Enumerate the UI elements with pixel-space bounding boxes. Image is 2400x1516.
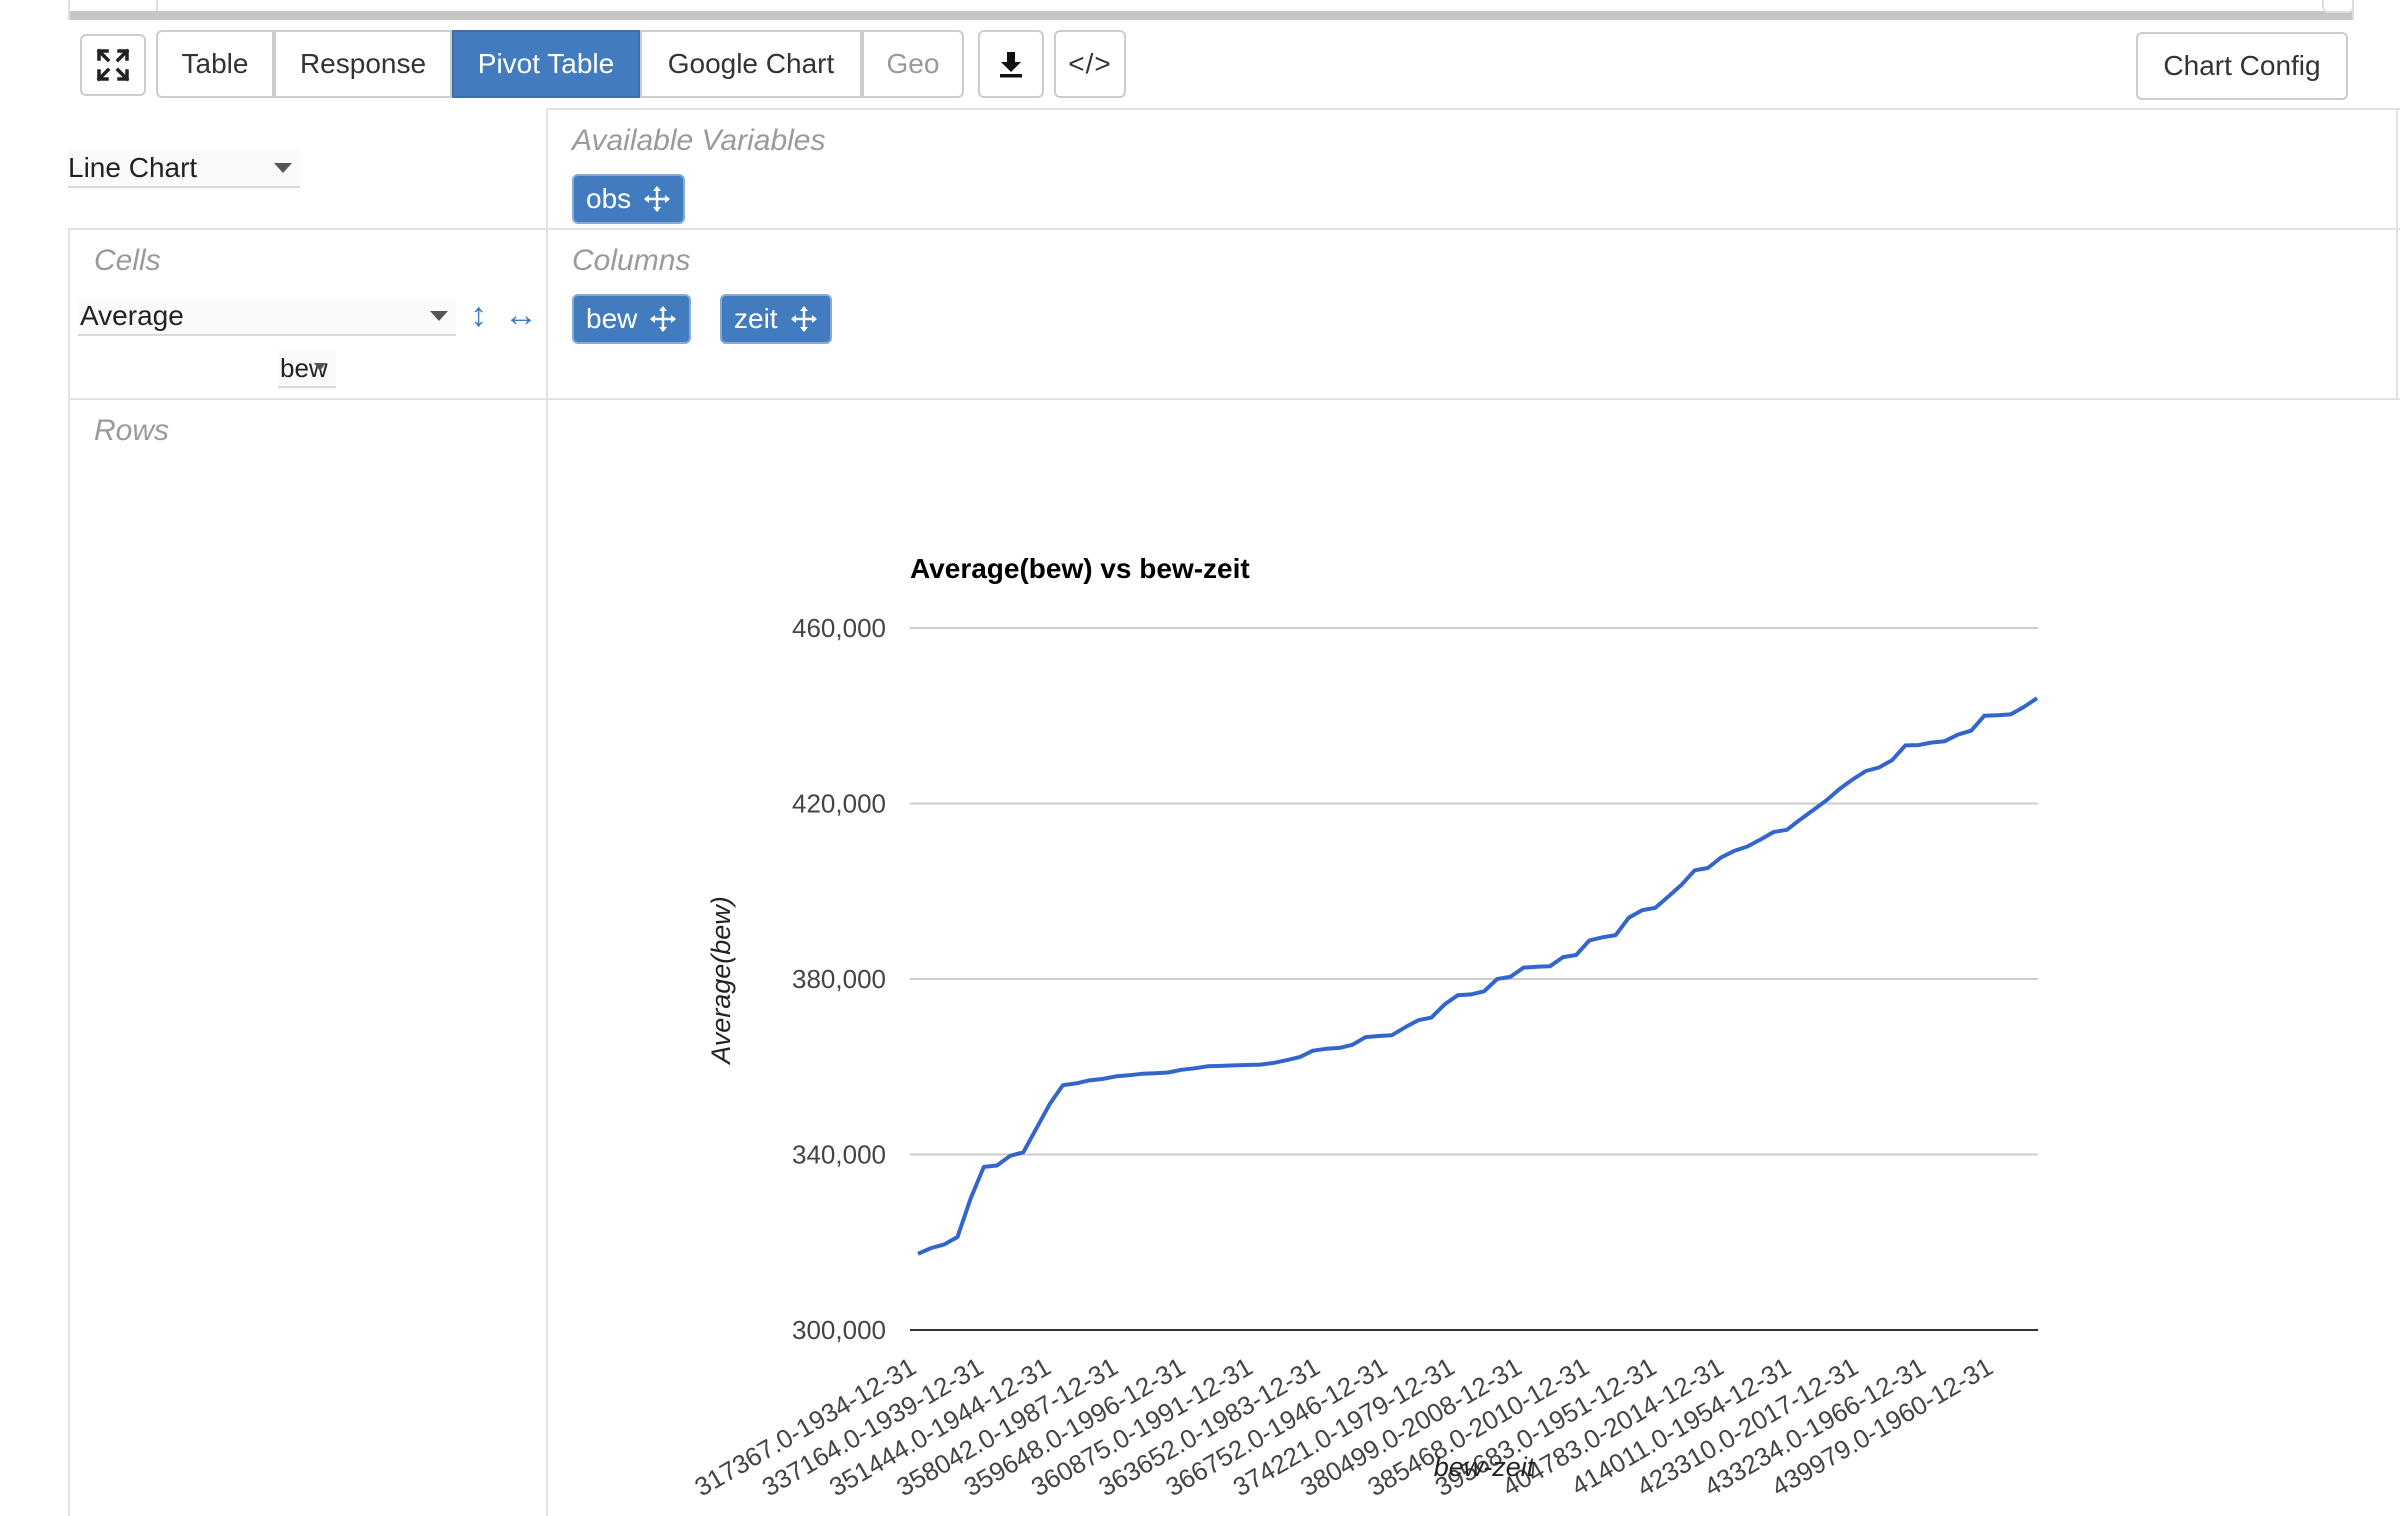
x-axis-label: bew-zeit xyxy=(1434,1452,1536,1482)
download-button[interactable] xyxy=(978,30,1044,98)
scrollbar-corner xyxy=(2322,0,2354,13)
cells-label: Cells xyxy=(94,244,161,277)
tab-table[interactable]: Table xyxy=(156,30,274,98)
move-icon xyxy=(650,306,677,332)
columns-label: Columns xyxy=(572,244,691,277)
move-icon xyxy=(790,306,817,332)
horizontal-scrollbar[interactable] xyxy=(68,0,2354,20)
fullscreen-button[interactable] xyxy=(80,34,146,96)
aggregator-attribute-select[interactable]: bew xyxy=(278,350,336,388)
rows-label: Rows xyxy=(94,414,170,447)
renderer-select[interactable]: Line Chart xyxy=(68,150,300,188)
aggregator-select-value: Average xyxy=(80,300,184,331)
y-tick-label: 380,000 xyxy=(792,964,886,994)
tab-pivot-table[interactable]: Pivot Table xyxy=(452,30,640,98)
chevron-down-icon xyxy=(430,311,448,321)
chevron-down-icon xyxy=(274,163,292,173)
code-view-button[interactable]: </> xyxy=(1054,30,1126,98)
y-tick-label: 340,000 xyxy=(792,1140,886,1170)
y-axis-label: Average(bew) xyxy=(706,896,736,1066)
scrollbar-divider xyxy=(156,0,158,11)
chart-config-button[interactable]: Chart Config xyxy=(2136,32,2348,100)
y-tick-label: 420,000 xyxy=(792,789,886,819)
pivot-border xyxy=(548,108,2400,110)
variable-chip-obs[interactable]: obs xyxy=(572,174,686,224)
sort-rows-icon[interactable]: ↕ xyxy=(470,296,487,335)
tab-response[interactable]: Response xyxy=(274,30,452,98)
pivot-border xyxy=(2396,108,2398,400)
chevron-down-icon xyxy=(314,363,326,371)
tab-geo[interactable]: Geo xyxy=(862,30,964,98)
chip-label: bew xyxy=(586,303,638,334)
aggregator-select[interactable]: Average xyxy=(78,298,456,336)
y-tick-label: 300,000 xyxy=(792,1315,886,1345)
series-line xyxy=(917,696,2039,1256)
pivot-border xyxy=(68,228,70,1516)
chip-label: zeit xyxy=(734,303,778,334)
sort-columns-icon[interactable]: ↔ xyxy=(504,296,538,335)
scrollbar-track[interactable] xyxy=(70,11,2352,20)
chart-title: Average(bew) vs bew-zeit xyxy=(910,553,1250,584)
download-icon xyxy=(1000,52,1022,78)
expand-icon xyxy=(96,48,130,82)
column-chip-zeit[interactable]: zeit xyxy=(720,294,832,344)
chip-label: obs xyxy=(586,183,632,214)
pivot-border xyxy=(68,228,2400,230)
move-icon xyxy=(644,186,671,212)
y-tick-label: 460,000 xyxy=(792,613,886,643)
renderer-select-value: Line Chart xyxy=(68,152,198,183)
tab-google-chart[interactable]: Google Chart xyxy=(640,30,862,98)
line-chart: Average(bew) vs bew-zeit 300,000 340,000 3… xyxy=(689,553,2039,1502)
column-chip-bew[interactable]: bew xyxy=(572,294,692,344)
available-variables-label: Available Variables xyxy=(572,124,826,157)
